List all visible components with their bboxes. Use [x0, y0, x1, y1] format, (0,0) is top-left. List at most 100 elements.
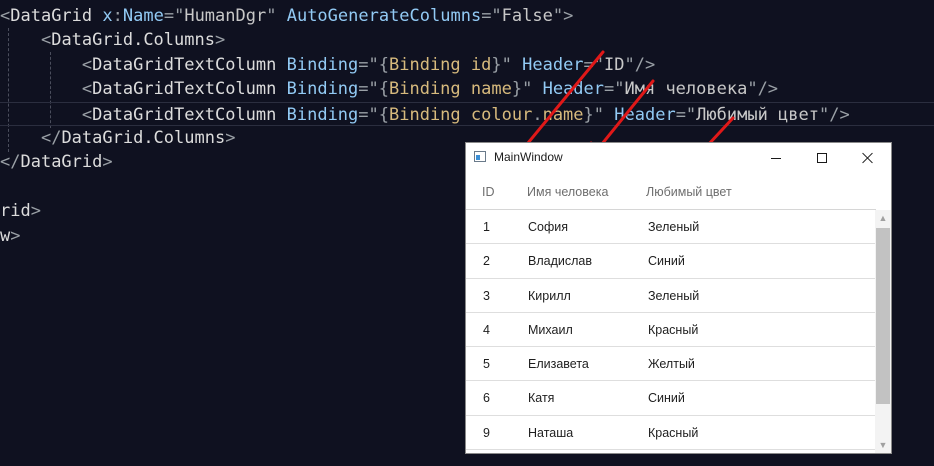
- maximize-icon: [817, 153, 827, 163]
- cell-name: Елизавета: [528, 357, 589, 372]
- table-row[interactable]: 2 Владислав Синий: [466, 244, 876, 279]
- code-token: >: [214, 30, 226, 51]
- column-header-id[interactable]: ID: [482, 185, 495, 199]
- table-row[interactable]: 9 Наташа Красный: [466, 416, 876, 451]
- cell-name: Наташа: [528, 425, 574, 440]
- code-token: =": [163, 6, 185, 26]
- cell-colour: Зеленый: [648, 220, 700, 234]
- code-token: Header: [614, 104, 676, 125]
- code-token: DataGrid: [10, 6, 93, 26]
- code-line[interactable]: </DataGrid.Columns>: [0, 126, 236, 150]
- code-token: .: [532, 104, 543, 125]
- code-line[interactable]: rid>: [0, 199, 41, 223]
- code-token: :: [112, 6, 123, 26]
- human-data-grid[interactable]: ID Имя человека Любимый цвет 1 София Зелен…: [466, 173, 891, 453]
- code-token: >: [102, 152, 113, 173]
- code-token: <: [81, 54, 93, 75]
- vertical-scrollbar[interactable]: ▲ ▼: [875, 210, 891, 453]
- code-token: =": [604, 79, 625, 100]
- scroll-up-icon[interactable]: ▲: [875, 210, 891, 226]
- code-line[interactable]: <DataGridTextColumn Binding="{Binding na…: [0, 77, 778, 101]
- minimize-icon: [771, 158, 781, 159]
- code-line[interactable]: <DataGrid.Columns>: [0, 28, 225, 52]
- code-line[interactable]: </DataGrid>: [0, 150, 113, 174]
- code-token: x: [102, 6, 113, 26]
- cell-colour: Зеленый: [648, 288, 700, 303]
- code-token: name: [470, 79, 512, 100]
- code-line[interactable]: w>: [0, 224, 21, 248]
- code-line[interactable]: <DataGridTextColumn Binding="{Binding id…: [0, 53, 655, 77]
- code-token: ">: [552, 6, 574, 26]
- cell-colour: Синий: [648, 391, 685, 406]
- cell-name: Владислав: [528, 254, 592, 269]
- code-token: ="{: [358, 104, 389, 125]
- table-row[interactable]: 1 София Зеленый: [466, 210, 876, 245]
- code-token: DataGrid.Columns: [51, 30, 215, 51]
- code-token: DataGridTextColumn: [92, 104, 277, 125]
- code-token: Binding: [389, 54, 461, 75]
- close-icon: [862, 152, 874, 164]
- code-token: Binding: [286, 54, 359, 75]
- grid-header: ID Имя человека Любимый цвет: [466, 173, 876, 210]
- code-token: colour: [470, 104, 533, 125]
- code-token: w: [0, 225, 11, 246]
- code-token: >: [30, 201, 41, 222]
- code-token: <: [40, 30, 52, 51]
- code-line[interactable]: <DataGrid x:Name="HumanDgr" AutoGenerate…: [0, 4, 573, 28]
- code-token: </: [0, 152, 21, 173]
- code-token: </: [40, 128, 62, 148]
- cell-id: 1: [483, 220, 490, 234]
- cell-colour: Красный: [648, 425, 699, 440]
- close-button[interactable]: [845, 143, 891, 173]
- code-token: DataGridTextColumn: [92, 54, 277, 75]
- code-token: <: [81, 104, 93, 125]
- code-token: Binding: [286, 104, 359, 125]
- cell-id: 6: [483, 391, 490, 406]
- table-row[interactable]: 5 Елизавета Желтый: [466, 347, 876, 382]
- code-token: Имя человека: [624, 79, 748, 100]
- code-line[interactable]: <DataGridTextColumn Binding="{Binding co…: [0, 101, 934, 126]
- table-row[interactable]: 4 Михаил Красный: [466, 313, 876, 348]
- code-token: <: [0, 6, 11, 26]
- maximize-button[interactable]: [799, 143, 845, 173]
- code-token: ID: [604, 54, 625, 75]
- code-token: name: [542, 104, 584, 125]
- column-header-name[interactable]: Имя человека: [527, 185, 608, 199]
- code-token: }": [491, 54, 512, 75]
- code-token: Binding: [286, 79, 359, 100]
- code-token: >: [10, 225, 21, 246]
- code-token: ": [266, 6, 277, 26]
- code-token: False: [501, 6, 553, 26]
- code-token: Binding: [389, 79, 461, 100]
- title-bar[interactable]: MainWindow: [466, 143, 891, 173]
- code-token: Любимый цвет: [696, 104, 819, 125]
- code-token: "/>: [819, 104, 850, 125]
- cell-id: 4: [483, 322, 490, 337]
- scroll-down-icon[interactable]: ▼: [875, 437, 891, 453]
- scrollbar-thumb[interactable]: [876, 228, 890, 404]
- table-row[interactable]: 3 Кирилл Зеленый: [466, 279, 876, 313]
- code-token: ="{: [358, 54, 389, 75]
- main-window[interactable]: MainWindow ID Имя человека Любимый цвет …: [465, 142, 892, 454]
- code-token: HumanDgr: [184, 6, 267, 26]
- grid-rows: 1 София Зеленый 2 Владислав Синий 3 Кирилл Зелен…: [466, 210, 876, 453]
- code-token: <: [81, 79, 93, 100]
- column-header-colour[interactable]: Любимый цвет: [646, 185, 732, 199]
- table-row[interactable]: 6 Катя Синий: [466, 381, 876, 416]
- code-token: DataGrid.Columns: [61, 128, 226, 148]
- minimize-button[interactable]: [753, 143, 799, 173]
- cell-id: 9: [483, 425, 490, 440]
